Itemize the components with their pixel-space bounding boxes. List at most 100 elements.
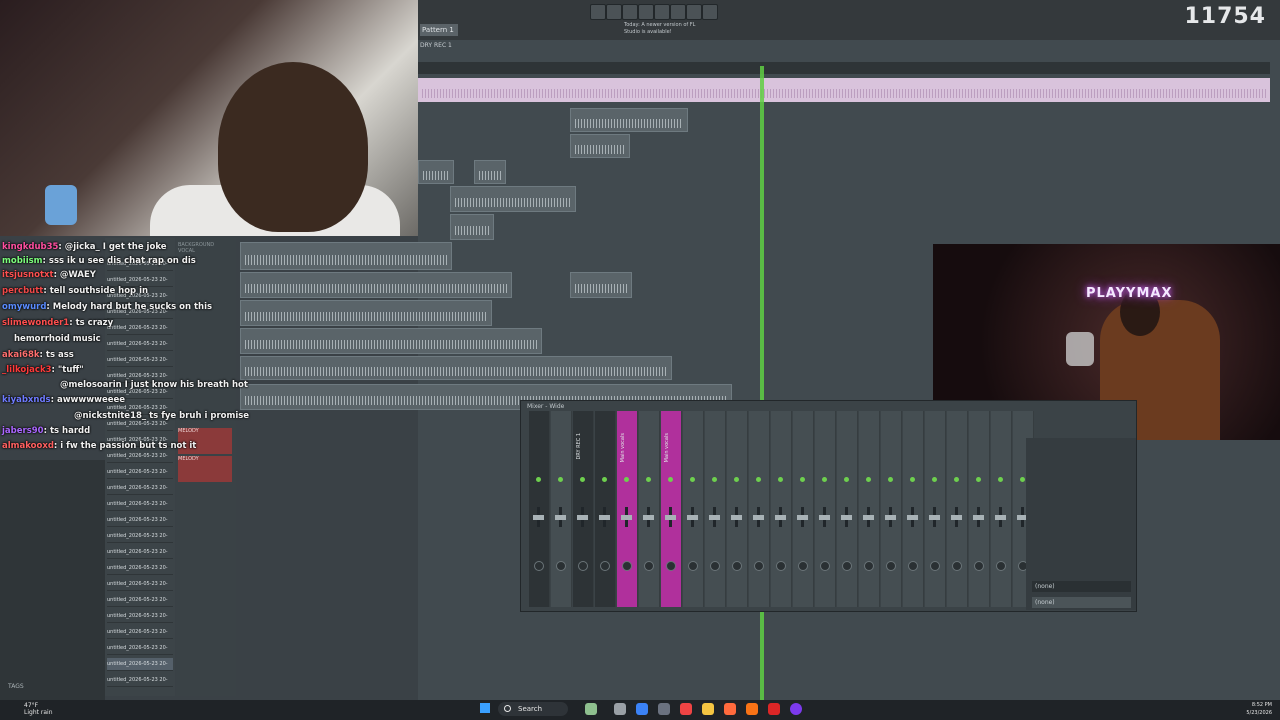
- mixer-strip[interactable]: [749, 411, 770, 607]
- chat-text: awwwwweeee: [56, 395, 126, 405]
- audio-clip[interactable]: [450, 214, 494, 240]
- chat-text: ts ass: [45, 350, 74, 360]
- piano-roll-icon[interactable]: [638, 4, 654, 20]
- chat-username: slimewonder1: [2, 318, 70, 328]
- list-item[interactable]: untitled_2026-05-23 20-: [107, 498, 173, 511]
- mixer-strip[interactable]: [969, 411, 990, 607]
- mixer-strip[interactable]: [859, 411, 880, 607]
- chat-username: akai68k: [2, 350, 40, 360]
- chat-message: jabers90: ts hardd: [2, 426, 91, 436]
- weather-widget[interactable]: 47°F Light rain: [24, 702, 53, 716]
- fl-studio-icon[interactable]: [746, 703, 758, 715]
- system-clock[interactable]: 8:52 PM 5/23/2026: [1246, 701, 1272, 717]
- pattern-selector[interactable]: Pattern 1: [420, 24, 458, 36]
- task-view-icon[interactable]: [614, 703, 626, 715]
- metronome-icon[interactable]: [590, 4, 606, 20]
- chat-text: ts crazy: [75, 318, 114, 328]
- mixer-strip[interactable]: [683, 411, 704, 607]
- weather-desc: Light rain: [24, 709, 53, 716]
- chat-message: @nickstnite18_ ts fye bruh i promise: [74, 411, 249, 422]
- chat-text: @jicka_ I get the joke: [64, 242, 167, 252]
- effect-slot[interactable]: (none): [1032, 581, 1131, 592]
- clock-date: 5/23/2026: [1246, 710, 1272, 716]
- mixer-strip-master[interactable]: [529, 411, 550, 607]
- audio-clip[interactable]: [570, 272, 632, 298]
- chat-message: omywurd: Melody hard but he sucks on thi…: [2, 302, 213, 312]
- chat-message: percbutt: tell southside hop in: [2, 286, 149, 296]
- mixer-strip[interactable]: [639, 411, 660, 607]
- mixer-strip[interactable]: [903, 411, 924, 607]
- help-icon[interactable]: [686, 4, 702, 20]
- settings-icon[interactable]: [702, 4, 718, 20]
- browser-icon[interactable]: [670, 4, 686, 20]
- chat-message: kingkdub35: @jicka_ I get the joke: [2, 242, 167, 252]
- mixer-strip[interactable]: [815, 411, 836, 607]
- mixer-strip[interactable]: [925, 411, 946, 607]
- folder-icon[interactable]: [702, 703, 714, 715]
- audio-clip[interactable]: [450, 186, 576, 212]
- list-item[interactable]: untitled_2026-05-23 20-: [107, 610, 173, 623]
- clock-time: 8:52 PM: [1251, 702, 1272, 708]
- chat-username: mobiism: [2, 256, 43, 266]
- mixer-strip-main-vocals[interactable]: Main vocals: [661, 411, 682, 607]
- mixer-insert-panel[interactable]: (none) (none): [1026, 438, 1136, 610]
- list-item[interactable]: untitled_2026-05-23 20-: [107, 530, 173, 543]
- list-item-selected[interactable]: untitled_2026-05-23 20-: [107, 658, 173, 671]
- mixer-strip-main-vocals[interactable]: Main vocals: [617, 411, 638, 607]
- mixer-strip[interactable]: [595, 411, 616, 607]
- list-item[interactable]: untitled_2026-05-23 20-: [107, 546, 173, 559]
- app-icon[interactable]: [768, 703, 780, 715]
- chat-username: almakooxd: [2, 441, 54, 451]
- browser-panel[interactable]: [0, 460, 105, 700]
- chat-text: Melody hard but he sucks on this: [52, 302, 213, 312]
- audio-clip[interactable]: [418, 160, 454, 184]
- timeline-ruler[interactable]: [418, 62, 1270, 74]
- list-item[interactable]: untitled_2026-05-23 20-: [107, 578, 173, 591]
- update-notice[interactable]: Today: A newer version of FL Studio is a…: [624, 22, 704, 36]
- beat-track-clip[interactable]: [418, 78, 1270, 102]
- app-icon[interactable]: [724, 703, 736, 715]
- mixer-strip[interactable]: [551, 411, 572, 607]
- mixer-icon[interactable]: [606, 4, 622, 20]
- effect-slot[interactable]: (none): [1032, 597, 1131, 608]
- audio-clip[interactable]: [240, 328, 542, 354]
- list-item[interactable]: untitled_2026-05-23 20-: [107, 466, 173, 479]
- list-item[interactable]: untitled_2026-05-23 20-: [107, 594, 173, 607]
- browser-tags-label[interactable]: TAGS: [8, 683, 24, 690]
- app-icon[interactable]: [658, 703, 670, 715]
- mixer-strip[interactable]: [793, 411, 814, 607]
- chat-text: ts hardd: [49, 426, 91, 436]
- audio-clip[interactable]: [240, 272, 512, 298]
- chat-message: hemorrhoid music: [14, 334, 101, 345]
- chat-overlay: kingkdub35: @jicka_ I get the joke mobii…: [0, 238, 249, 460]
- audio-clip[interactable]: [240, 242, 452, 270]
- list-item[interactable]: untitled_2026-05-23 20-: [107, 562, 173, 575]
- mixer-strip[interactable]: [727, 411, 748, 607]
- taskbar-app-icon[interactable]: [585, 703, 597, 715]
- list-item[interactable]: untitled_2026-05-23 20-: [107, 642, 173, 655]
- list-item[interactable]: untitled_2026-05-23 20-: [107, 674, 173, 687]
- mixer-strip-dry[interactable]: DRY REC 1: [573, 411, 594, 607]
- list-item[interactable]: untitled_2026-05-23 20-: [107, 514, 173, 527]
- list-item[interactable]: untitled_2026-05-23 20-: [107, 482, 173, 495]
- app-icon[interactable]: [680, 703, 692, 715]
- audio-clip[interactable]: [240, 356, 672, 380]
- audio-clip[interactable]: [474, 160, 506, 184]
- chrome-icon[interactable]: [636, 703, 648, 715]
- mixer-strip[interactable]: [947, 411, 968, 607]
- mixer-strip[interactable]: [837, 411, 858, 607]
- windows-start-icon[interactable]: [480, 703, 490, 713]
- list-item[interactable]: untitled_2026-05-23 20-: [107, 626, 173, 639]
- mixer-strip[interactable]: [881, 411, 902, 607]
- search-icon: [504, 705, 511, 712]
- chat-text: @WAEY: [59, 270, 96, 280]
- audio-clip[interactable]: [240, 300, 492, 326]
- audio-clip[interactable]: [570, 108, 688, 132]
- playlist-icon[interactable]: [622, 4, 638, 20]
- app-icon[interactable]: [790, 703, 802, 715]
- mixer-strip[interactable]: [705, 411, 726, 607]
- audio-clip[interactable]: [570, 134, 630, 158]
- mixer-strip[interactable]: [991, 411, 1012, 607]
- mixer-strip[interactable]: [771, 411, 792, 607]
- channel-rack-icon[interactable]: [654, 4, 670, 20]
